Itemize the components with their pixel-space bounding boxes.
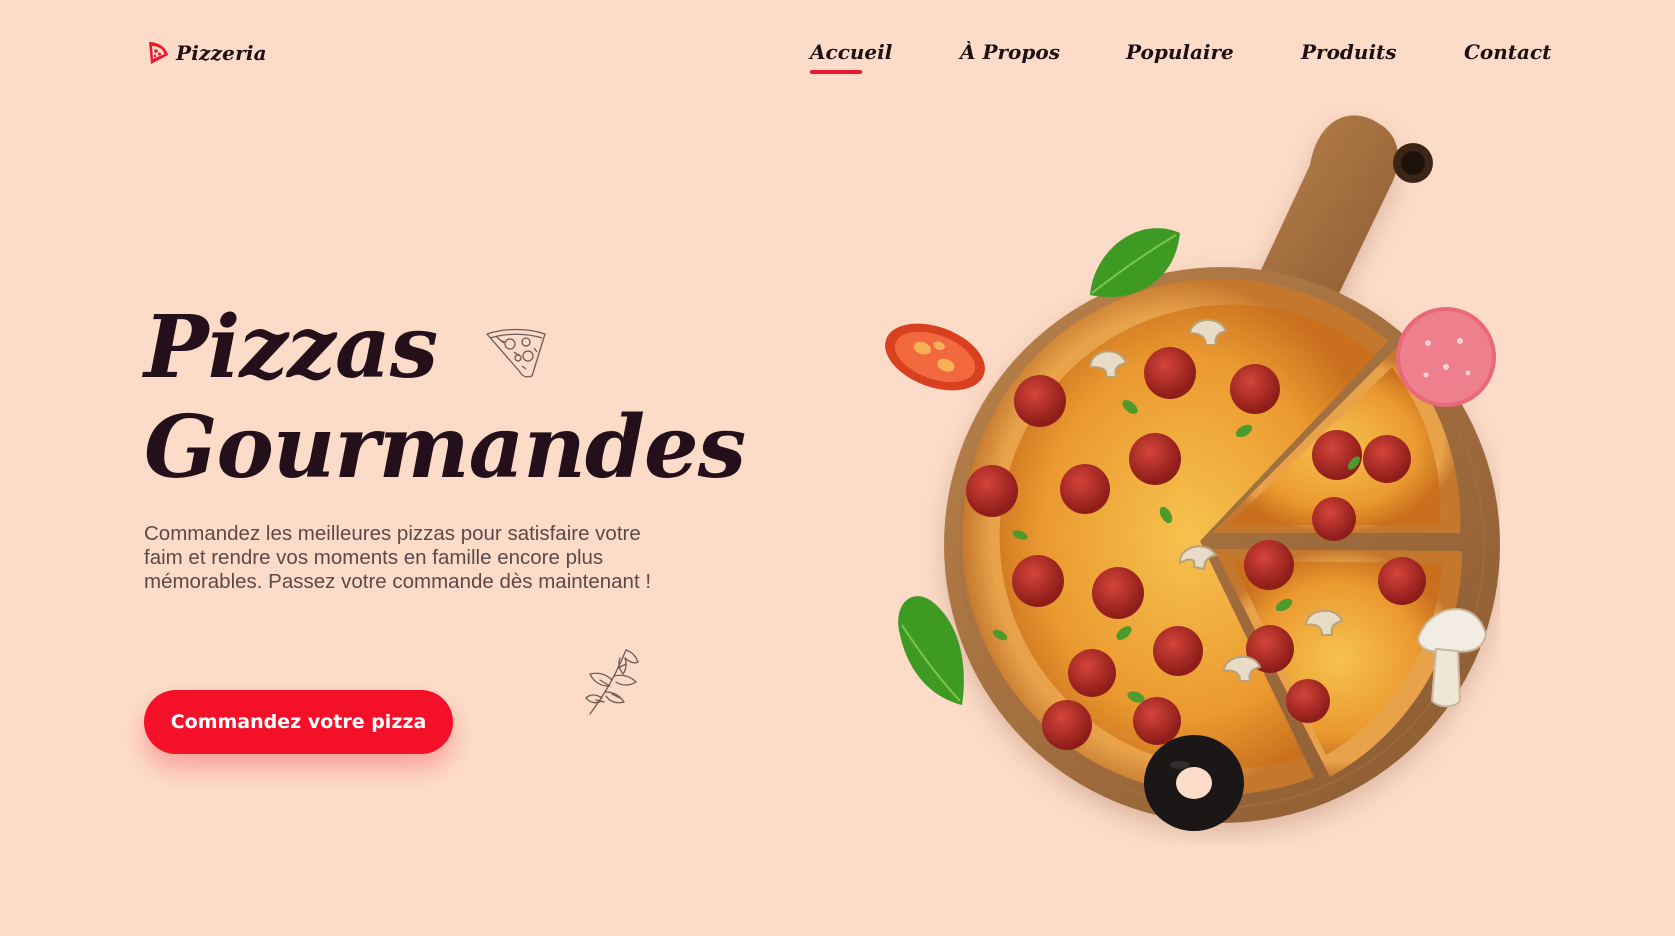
nav-a-propos[interactable]: À Propos bbox=[960, 40, 1060, 74]
pizza-board-illustration bbox=[885, 115, 1500, 831]
black-olive bbox=[1144, 735, 1244, 831]
hero-title-line-1: Pizzas bbox=[144, 297, 438, 398]
pizza-slice-sketch-icon bbox=[486, 328, 546, 378]
landing-page: Pizzeria Accueil À Propos Populaire Prod… bbox=[0, 0, 1675, 936]
hero-description: Commandez les meilleures pizzas pour sat… bbox=[144, 522, 652, 593]
nav-accueil[interactable]: Accueil bbox=[810, 40, 892, 74]
main-nav: Accueil À Propos Populaire Produits Cont… bbox=[0, 40, 1675, 80]
salami-slice bbox=[1396, 307, 1496, 407]
nav-produits[interactable]: Produits bbox=[1301, 40, 1397, 74]
nav-populaire[interactable]: Populaire bbox=[1126, 40, 1234, 74]
hero-title: Pizzas Gourmandes bbox=[144, 297, 746, 498]
nav-contact[interactable]: Contact bbox=[1464, 40, 1551, 74]
order-pizza-button[interactable]: Commandez votre pizza bbox=[144, 690, 453, 754]
tomato-slice bbox=[885, 323, 985, 391]
basil-sprig-sketch-icon bbox=[585, 649, 639, 715]
board-hole bbox=[1393, 143, 1433, 183]
hero-title-line-2: Gourmandes bbox=[144, 397, 746, 498]
